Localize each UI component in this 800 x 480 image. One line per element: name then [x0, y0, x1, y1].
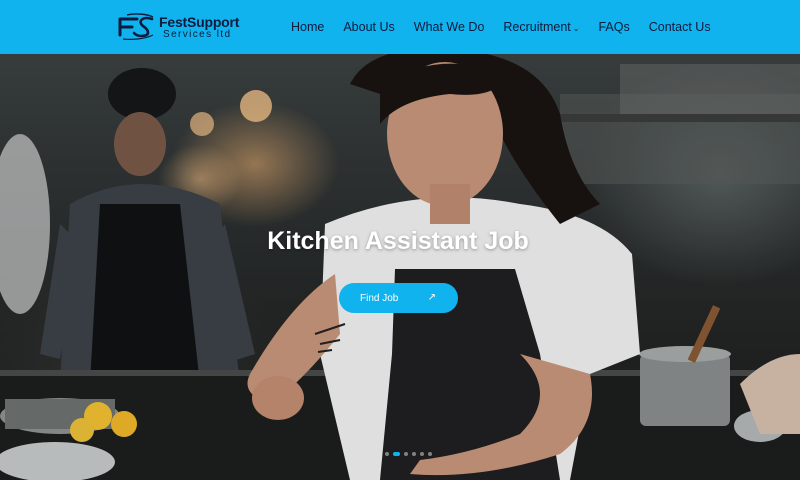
nav-item-label: Recruitment [503, 20, 571, 34]
nav-item-faqs[interactable]: FAQs [598, 20, 629, 34]
nav-item-label: Contact Us [648, 20, 711, 34]
nav-item-label: FAQs [598, 20, 630, 34]
find-job-button[interactable]: Find Job ↗ [339, 283, 458, 313]
find-job-label: Find Job [360, 292, 399, 304]
nav-item-contact-us[interactable]: Contact Us [649, 20, 711, 34]
slider-dot[interactable] [412, 452, 416, 456]
brand-logo[interactable]: FestSupport Services ltd [117, 11, 239, 43]
nav-item-recruitment[interactable]: Recruitment ⌄ [503, 20, 579, 34]
slider-dot[interactable] [385, 452, 389, 456]
nav-item-about-us[interactable]: About Us [343, 20, 394, 34]
nav-item-label: About Us [343, 20, 395, 34]
slider-dot[interactable] [428, 452, 432, 456]
main-nav: Home About Us What We Do Recruitment ⌄ FA… [291, 0, 711, 54]
arrow-up-right-icon: ↗ [427, 292, 436, 303]
nav-item-home[interactable]: Home [291, 20, 324, 34]
site-header: FestSupport Services ltd Home About Us W… [0, 0, 800, 54]
slider-dot-active[interactable] [393, 452, 400, 456]
nav-item-label: Home [291, 20, 325, 34]
nav-item-what-we-do[interactable]: What We Do [414, 20, 485, 34]
slider-pagination [385, 452, 432, 456]
page: FestSupport Services ltd Home About Us W… [0, 0, 800, 480]
slider-dot[interactable] [404, 452, 408, 456]
hero-title: Kitchen Assistant Job [267, 227, 529, 255]
hero-slider: Kitchen Assistant Job Find Job ↗ [0, 54, 800, 480]
slider-dot[interactable] [420, 452, 424, 456]
brand-name: FestSupport [159, 13, 240, 30]
hero-overlay [0, 54, 800, 480]
chevron-down-icon: ⌄ [572, 23, 580, 33]
brand-tagline: Services ltd [163, 28, 232, 40]
fs-logo-icon [118, 13, 154, 40]
nav-item-label: What We Do [413, 20, 485, 34]
